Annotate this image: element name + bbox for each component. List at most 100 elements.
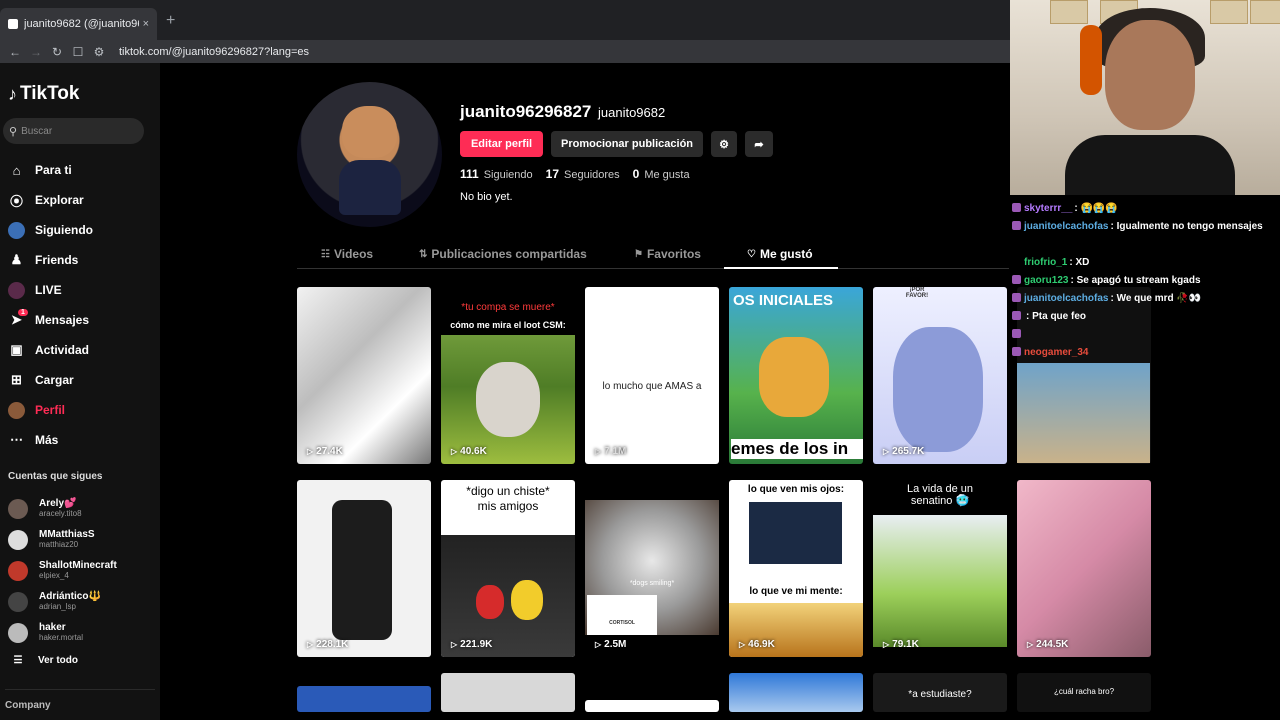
video-tile[interactable]: OS INICIALES emes de los in <box>729 287 863 464</box>
chat-badge-icon <box>1012 311 1021 320</box>
streamer-shirt <box>1065 135 1235 195</box>
video-tile[interactable]: *tu compa se muere* cómo me mira el loot… <box>441 287 575 464</box>
video-tile[interactable]: *dogs smiling* CORTISOL ▷ 2.5M <box>585 480 719 657</box>
sidebar-item-mensajes[interactable]: ➤ 1 Mensajes <box>8 305 158 335</box>
video-tile[interactable] <box>729 673 863 712</box>
avatar <box>8 498 28 519</box>
more-icon: ⋯ <box>10 432 23 447</box>
sidebar-item-siguiendo[interactable]: Siguiendo <box>8 215 158 245</box>
video-tile[interactable]: ▷ 27.4K <box>297 287 431 464</box>
sidebar-item-live[interactable]: LIVE <box>8 275 158 305</box>
video-tile[interactable]: *digo un chiste* mis amigos ▷ 221.9K <box>441 480 575 657</box>
followers-stat[interactable]: 17 Seguidores <box>546 167 620 181</box>
video-tile[interactable]: ¡POR FAVOR! ▷ 265.7K <box>873 287 1007 464</box>
following-stat[interactable]: 111 Siguiendo <box>460 167 533 181</box>
browser-tab[interactable]: juanito9682 (@juanito96296827 × <box>0 8 157 40</box>
following-account[interactable]: Adriántico🔱 adrian_lsp <box>8 586 158 617</box>
see-all-button[interactable]: ☰ Ver todo <box>8 655 79 666</box>
back-icon[interactable]: ← <box>6 45 24 59</box>
chat-text: : Igualmente no tengo mensajes <box>1110 221 1263 232</box>
video-caption: lo mucho que AMAS a <box>602 381 702 392</box>
video-tile[interactable]: lo que ven mis ojos: lo que ve mi mente:… <box>729 480 863 657</box>
url-field[interactable]: tiktok.com/@juanito96296827?lang=es <box>119 46 309 58</box>
tiktok-logo[interactable]: ♪ TikTok <box>8 83 79 105</box>
stream-clip-tile <box>1017 363 1150 463</box>
chat-user: neogamer_34 <box>1024 347 1089 358</box>
chat-user: juanitoelcachofas <box>1024 221 1109 232</box>
video-tile[interactable] <box>585 700 719 712</box>
video-tile[interactable] <box>441 673 575 712</box>
browser-tab-bar: juanito9682 (@juanito96296827 × + <box>0 0 1010 40</box>
tab-label: Publicaciones compartidas <box>431 247 587 261</box>
search-input[interactable]: ⚲ Buscar <box>3 118 144 144</box>
view-count: ▷ 79.1K <box>883 639 919 650</box>
forward-icon[interactable]: → <box>27 45 45 59</box>
bookmark-icon[interactable]: ☐ <box>69 45 87 59</box>
chat-text: : XD <box>1069 257 1090 268</box>
sidebar-item-cargar[interactable]: ⊞ Cargar <box>8 365 158 395</box>
home-icon: ⌂ <box>12 162 21 178</box>
compass-icon: ⦿ <box>9 193 23 209</box>
chat-badge-icon <box>1012 221 1021 230</box>
chat-user: gaoru123 <box>1024 275 1069 286</box>
edit-profile-button[interactable]: Editar perfil <box>460 131 543 157</box>
heart-icon: ♡ <box>747 248 756 260</box>
company-link[interactable]: Company <box>5 700 51 711</box>
sidebar-item-label: Siguiendo <box>35 223 93 237</box>
sidebar-item-perfil[interactable]: Perfil <box>8 395 158 425</box>
sidebar-item-label: Perfil <box>35 403 66 417</box>
likes-stat: 0 Me gusta <box>633 167 690 181</box>
sidebar-item-mas[interactable]: ⋯ Más <box>8 425 158 455</box>
following-account[interactable]: haker haker.mortal <box>8 617 158 648</box>
settings-button[interactable]: ⚙ <box>711 131 737 157</box>
account-name: MMatthiasS <box>39 529 95 541</box>
video-tile[interactable]: ▷ 244.5K <box>1017 480 1151 657</box>
chat-text: : Pta que feo <box>1026 311 1087 322</box>
video-tile[interactable]: ¿cuál racha bro? <box>1017 673 1151 712</box>
following-account[interactable]: MMatthiasS matthiaz20 <box>8 524 158 555</box>
promote-post-button[interactable]: Promocionar publicación <box>551 131 703 157</box>
view-count: ▷ 46.9K <box>739 639 775 650</box>
grid-icon: ☷ <box>321 248 330 260</box>
chat-message <box>1012 326 1278 344</box>
tab-favorites[interactable]: ⚑ Favoritos <box>634 247 701 261</box>
sidebar-item-friends[interactable]: ♟ Friends <box>8 245 158 275</box>
profile-stats: 111 Siguiendo 17 Seguidores 0 Me gusta <box>460 167 703 181</box>
account-name: Arely💕 <box>39 498 77 510</box>
video-tile[interactable]: lo mucho que AMAS a ▷ 7.1M <box>585 287 719 464</box>
following-account[interactable]: Arely💕 aracely.tito8 <box>8 493 158 524</box>
sidebar-item-actividad[interactable]: ▣ Actividad <box>8 335 158 365</box>
video-tile[interactable] <box>297 686 431 712</box>
profile-avatar[interactable] <box>297 82 442 227</box>
chat-text: : Se apagó tu stream kgads <box>1070 275 1201 286</box>
avatar <box>8 591 28 612</box>
avatar <box>8 622 28 643</box>
play-icon: ▷ <box>307 447 314 456</box>
video-tile[interactable]: *a estudiaste? <box>873 673 1007 712</box>
site-info-icon[interactable]: ⚙ <box>90 45 108 59</box>
tab-shared[interactable]: ⇅ Publicaciones compartidas <box>419 247 587 261</box>
friends-icon: ♟ <box>10 252 23 267</box>
following-account[interactable]: ShallotMinecraft elpiex_4 <box>8 555 158 586</box>
close-tab-icon[interactable]: × <box>143 18 149 30</box>
sidebar-item-label: LIVE <box>35 283 62 297</box>
following-label: Siguiendo <box>483 169 533 181</box>
sidebar-item-para-ti[interactable]: ⌂ Para ti <box>8 155 158 185</box>
video-tile[interactable]: La vida de un senatino 🥶 ▷ 79.1K <box>873 480 1007 657</box>
view-count: ▷ 228.1K <box>307 639 349 650</box>
tab-liked[interactable]: ♡ Me gustó <box>747 247 813 261</box>
sidebar-item-explorar[interactable]: ⦿ Explorar <box>8 185 158 215</box>
followers-count: 17 <box>545 167 559 181</box>
chat-message: juanitoelcachofas: We que mrd 🥀👀 <box>1012 290 1278 308</box>
browser-tab-title: juanito9682 (@juanito96296827 <box>24 18 139 30</box>
video-tile[interactable]: ▷ 228.1K <box>297 480 431 657</box>
streamer-face <box>1105 20 1195 130</box>
new-tab-button[interactable]: + <box>166 12 175 30</box>
play-icon: ▷ <box>451 640 458 649</box>
repost-icon: ⇅ <box>419 248 428 260</box>
tab-videos[interactable]: ☷ Videos <box>321 247 373 261</box>
play-icon: ▷ <box>883 447 890 456</box>
reload-icon[interactable]: ↻ <box>48 45 66 59</box>
share-button[interactable]: ➦ <box>745 131 773 157</box>
play-icon: ▷ <box>739 640 746 649</box>
